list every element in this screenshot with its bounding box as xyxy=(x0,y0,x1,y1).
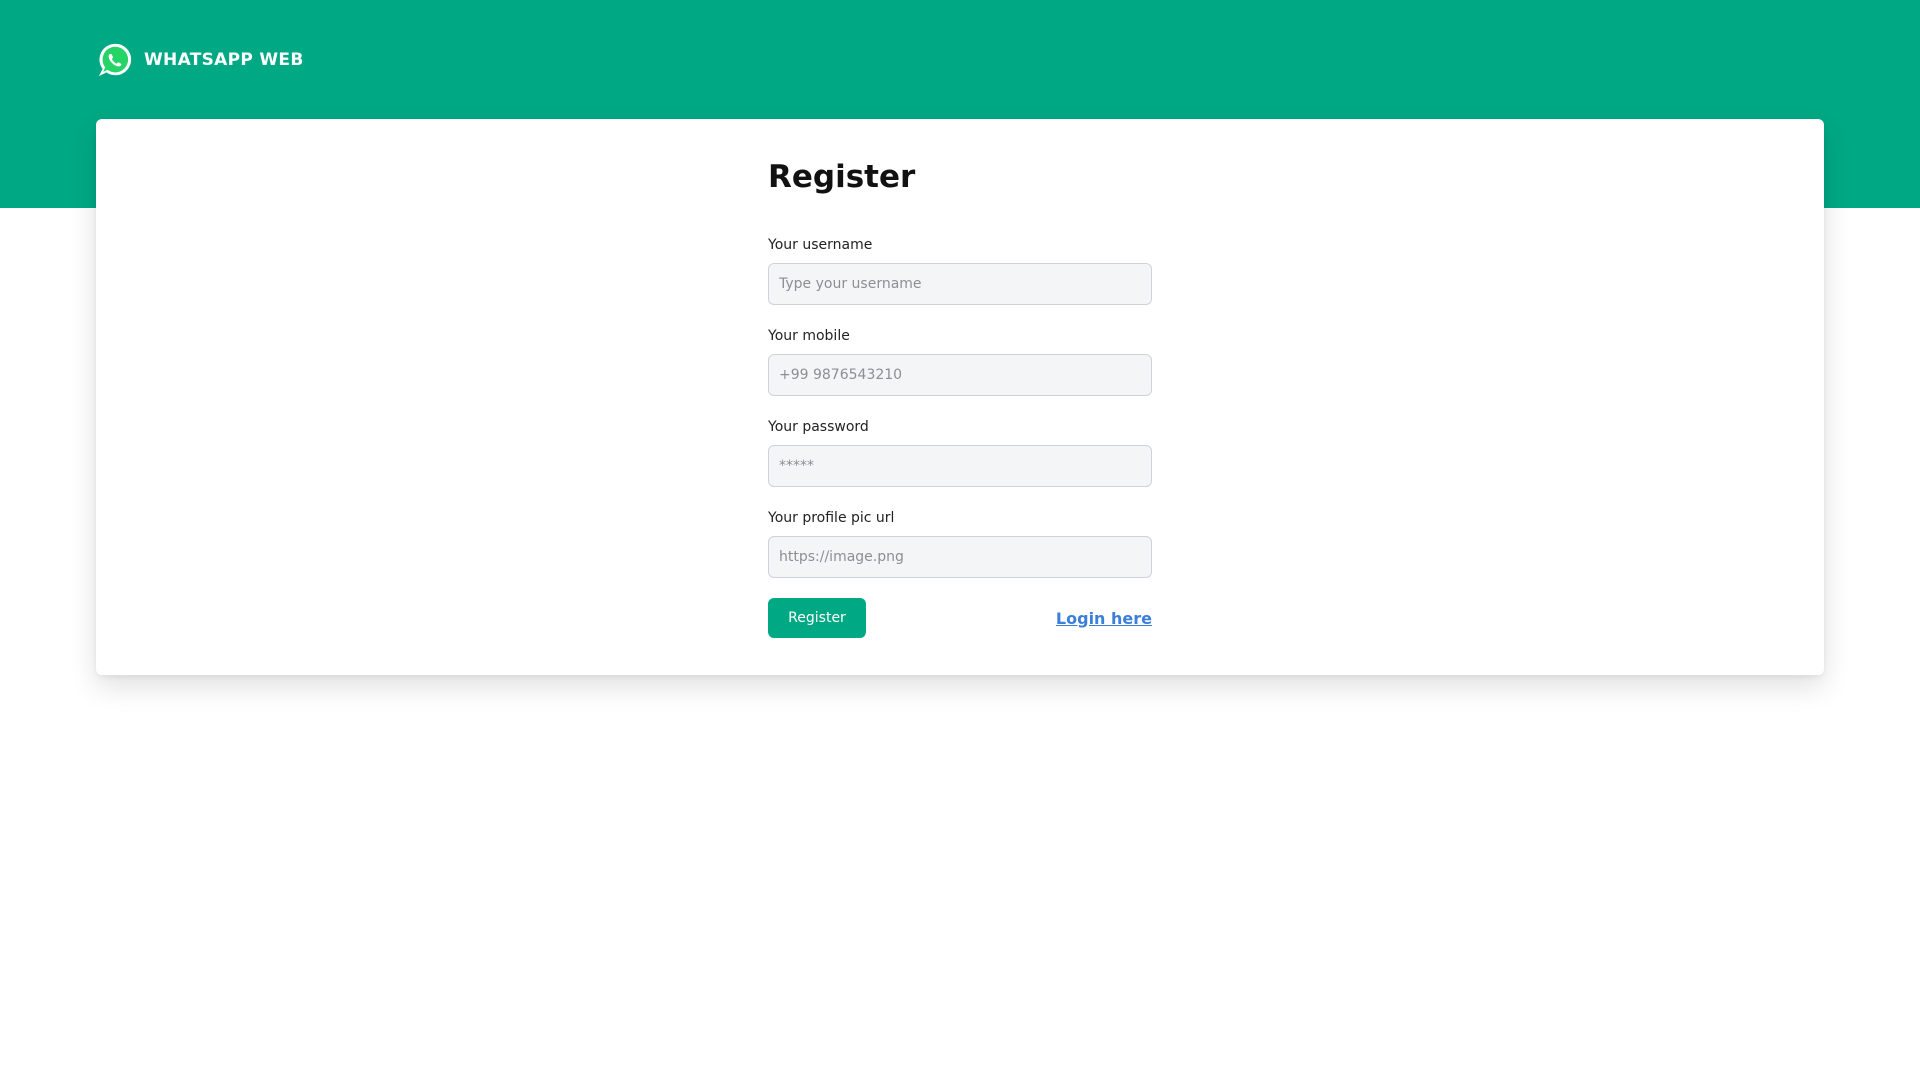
password-field-group: Your password xyxy=(768,418,1152,487)
mobile-label: Your mobile xyxy=(768,328,850,344)
brand: WHATSAPP WEB xyxy=(96,40,304,80)
brand-name: WHATSAPP WEB xyxy=(144,50,304,70)
register-form: Register Your username Your mobile Your … xyxy=(768,157,1152,638)
username-label: Your username xyxy=(768,237,873,253)
profile-pic-field-group: Your profile pic url xyxy=(768,509,1152,578)
username-input[interactable] xyxy=(768,263,1152,305)
mobile-field-group: Your mobile xyxy=(768,327,1152,396)
whatsapp-logo-icon xyxy=(98,43,132,77)
login-link[interactable]: Login here xyxy=(1056,609,1152,628)
register-button[interactable]: Register xyxy=(768,598,866,638)
page-title: Register xyxy=(768,159,916,195)
mobile-input[interactable] xyxy=(768,354,1152,396)
password-input[interactable] xyxy=(768,445,1152,487)
username-field-group: Your username xyxy=(768,236,1152,305)
profile-pic-url-input[interactable] xyxy=(768,536,1152,578)
password-label: Your password xyxy=(768,419,869,435)
profile-pic-label: Your profile pic url xyxy=(768,510,895,526)
form-actions: Register Login here xyxy=(768,598,1152,638)
register-card: Register Your username Your mobile Your … xyxy=(96,119,1824,675)
